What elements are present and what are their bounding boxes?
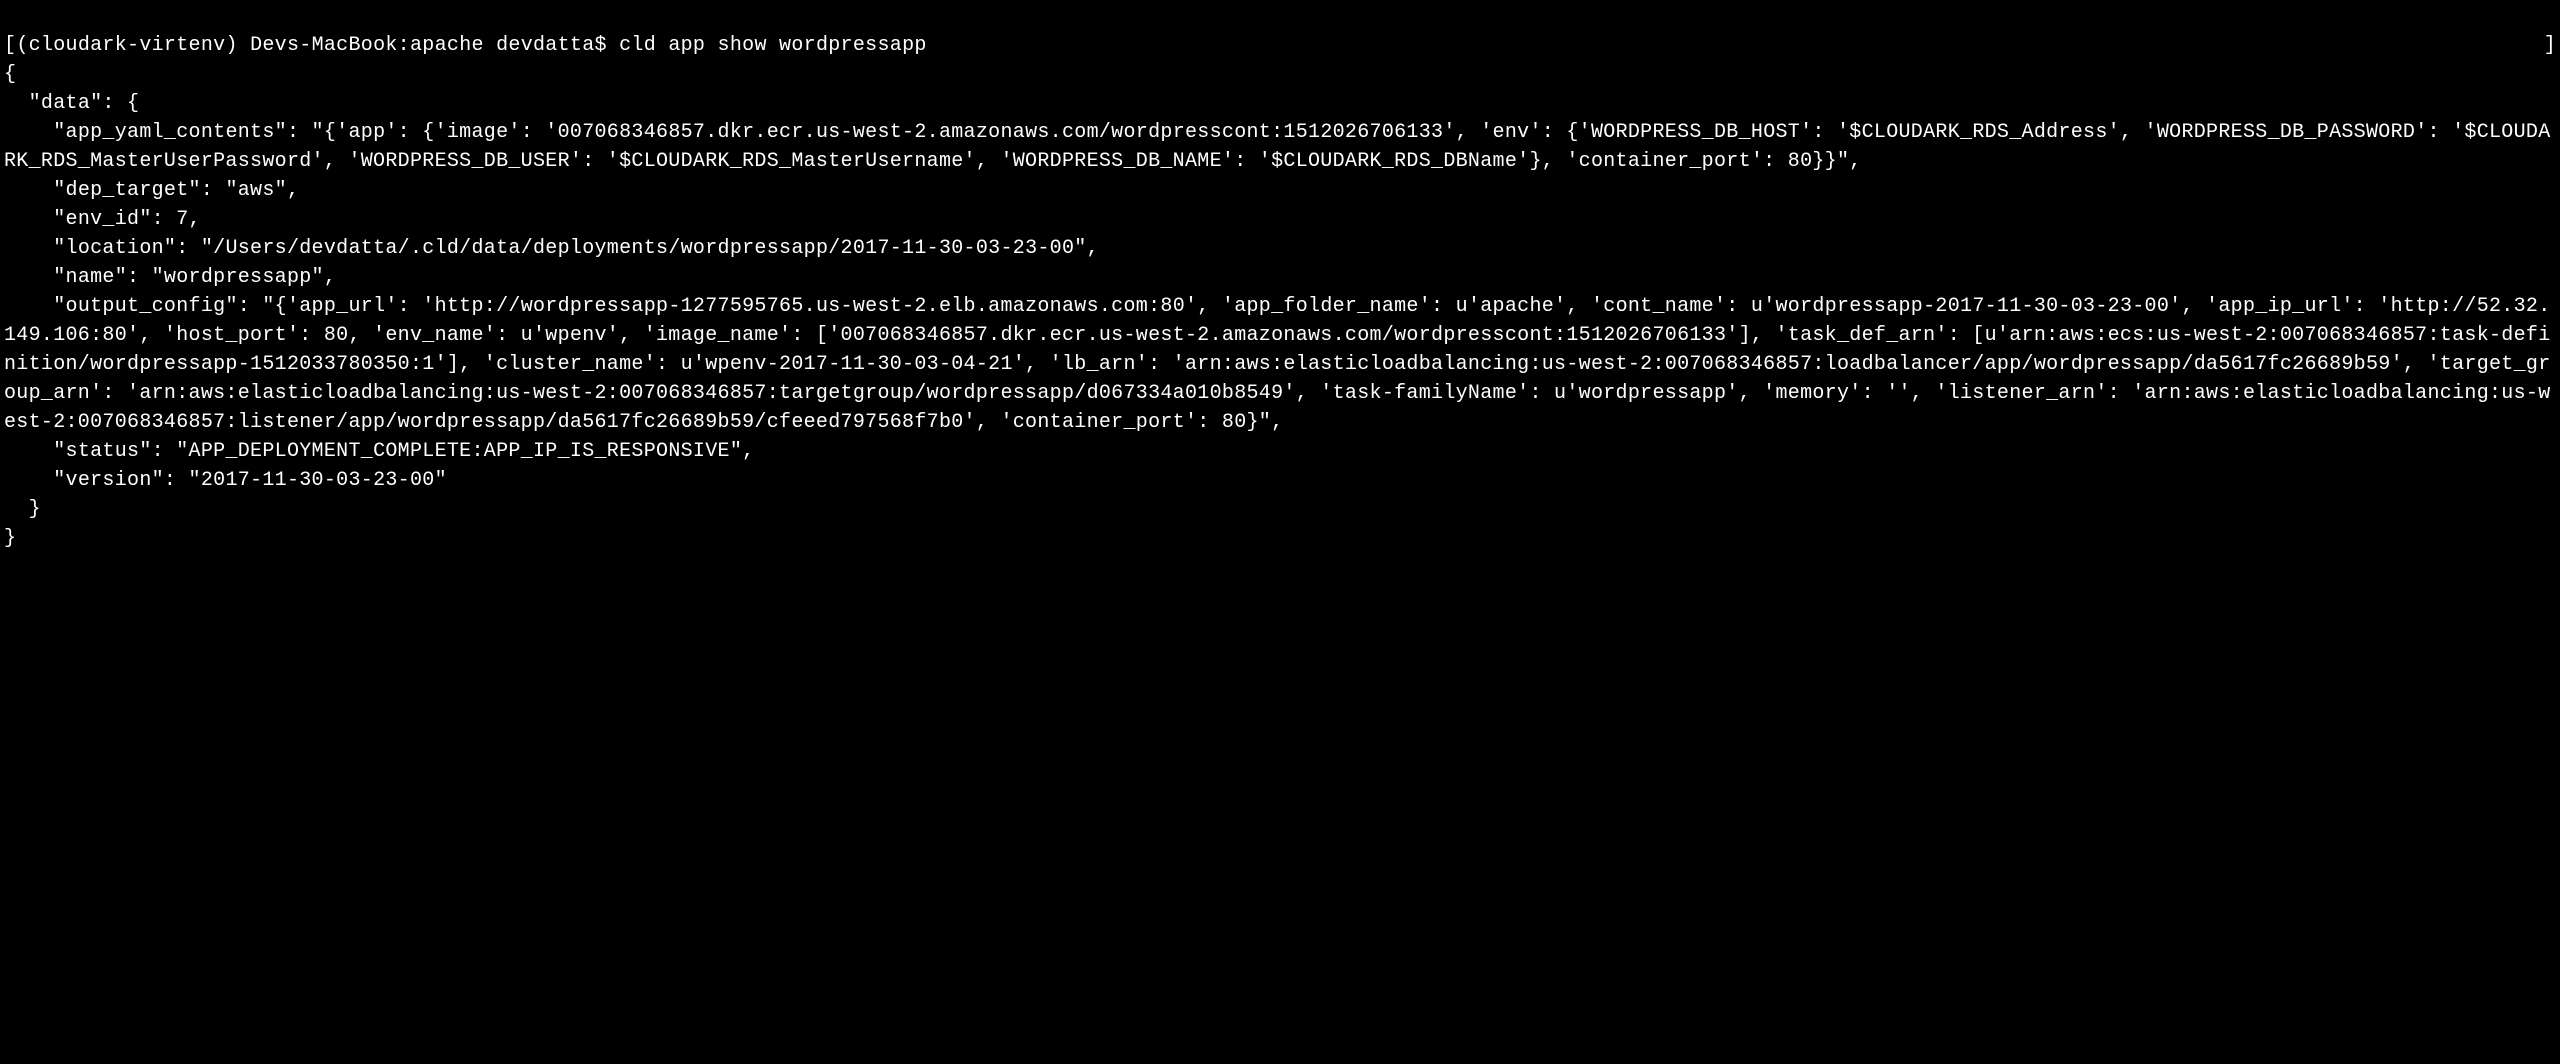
output-line: "name": "wordpressapp", <box>4 263 2556 292</box>
output-line: "status": "APP_DEPLOYMENT_COMPLETE:APP_I… <box>4 437 2556 466</box>
output-line: } <box>4 495 2556 524</box>
prompt-host-path: Devs-MacBook:apache devdatta$ <box>250 34 619 57</box>
output-line: "version": "2017-11-30-03-23-00" <box>4 466 2556 495</box>
output-line: { <box>4 60 2556 89</box>
prompt-virtualenv: (cloudark-virtenv) <box>16 34 250 57</box>
prompt-close-bracket: ] <box>2544 31 2556 60</box>
output-line: "dep_target": "aws", <box>4 176 2556 205</box>
terminal-window[interactable]: [(cloudark-virtenv) Devs-MacBook:apache … <box>4 2 2556 582</box>
output-line: "app_yaml_contents": "{'app': {'image': … <box>4 118 2556 176</box>
output-line: "env_id": 7, <box>4 205 2556 234</box>
output-line: } <box>4 524 2556 553</box>
output-line: "location": "/Users/devdatta/.cld/data/d… <box>4 234 2556 263</box>
output-line: "data": { <box>4 89 2556 118</box>
output-line: "output_config": "{'app_url': 'http://wo… <box>4 292 2556 437</box>
command-input[interactable]: cld app show wordpressapp <box>619 34 927 57</box>
prompt-open-bracket: [ <box>4 34 16 57</box>
terminal-output: { "data": { "app_yaml_contents": "{'app'… <box>4 60 2556 553</box>
